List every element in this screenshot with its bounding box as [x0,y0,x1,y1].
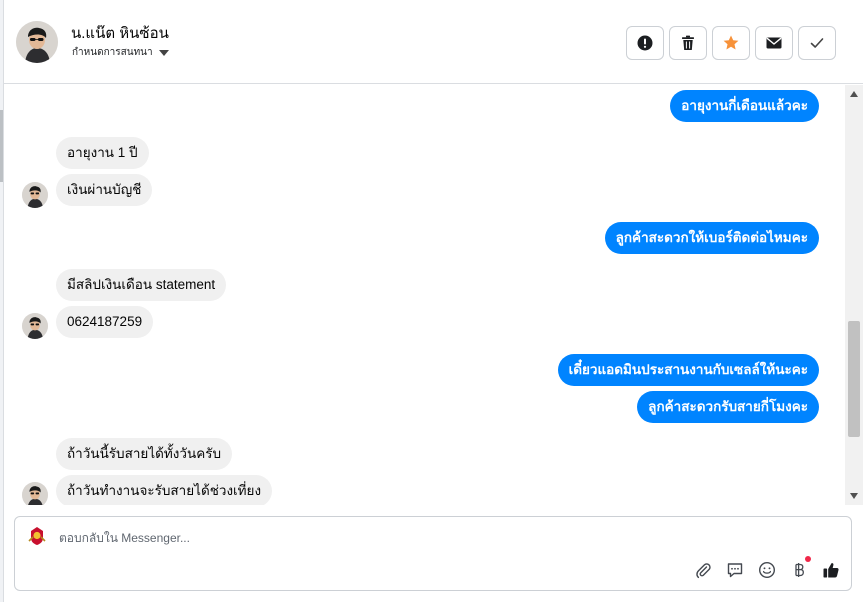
message-bubble-incoming[interactable]: มีสลิปเงินเดือน statement [56,269,227,301]
emoji-icon [758,561,776,579]
check-icon [810,38,824,48]
message-bubble-incoming[interactable]: 0624187259 [56,306,154,338]
scroll-up-arrow-icon[interactable] [850,91,858,97]
sender-avatar[interactable] [22,482,48,505]
emoji-button[interactable] [757,560,777,580]
reply-composer [14,516,852,591]
message-bubble-outgoing[interactable]: ลูกค้าสะดวกรับสายกี่โมงคะ [637,391,819,423]
sender-avatar[interactable] [22,182,48,208]
baht-icon [795,563,804,577]
attach-button[interactable] [693,560,713,580]
like-button[interactable] [821,560,841,580]
message-bubble-incoming[interactable]: อายุงาน 1 ปี [56,137,149,169]
message-bubble-incoming[interactable]: ถ้าวันทำงานจะรับสายได้ช่วงเที่ยง [56,475,273,505]
page-avatar [24,523,50,549]
composer-tools [693,556,841,580]
conversation-status-dropdown[interactable]: กำหนดการสนทนา [72,45,169,60]
mark-spam-button[interactable] [626,26,664,60]
payment-button[interactable] [789,556,811,580]
conversation-panel: น.แน๊ต หินซ้อน กำหนดการสนทนา อายุงานกี่เ… [0,0,863,602]
star-button[interactable] [712,26,750,60]
saved-replies-button[interactable] [725,560,745,580]
message-bubble-outgoing[interactable]: เดี๋ยวแอดมินประสานงานกับเซลล์ให้นะคะ [557,354,819,386]
left-divider-handle[interactable] [0,110,3,182]
contact-avatar[interactable] [16,21,58,63]
thumbs-up-icon [823,563,839,578]
thread-scrollbar[interactable] [845,85,863,505]
scroll-down-arrow-icon[interactable] [850,493,858,499]
message-bubble-incoming[interactable]: เงินผ่านบัญชี [56,174,153,206]
message-bubble-incoming[interactable]: ถ้าวันนี้รับสายได้ทั้งวันครับ [56,438,233,470]
reply-input[interactable] [59,531,659,545]
delete-button[interactable] [669,26,707,60]
notification-dot [805,556,811,562]
message-bubble-outgoing[interactable]: อายุงานกี่เดือนแล้วคะ [670,90,819,122]
trash-icon [682,35,694,50]
mark-done-button[interactable] [798,26,836,60]
star-icon [723,35,739,50]
alert-icon [637,35,653,51]
header-actions [626,26,836,60]
scrollbar-thumb[interactable] [848,321,860,437]
message-bubble-outgoing[interactable]: ลูกค้าสะดวกให้เบอร์ติดต่อไหมคะ [604,222,819,254]
contact-name[interactable]: น.แน๊ต หินซ้อน [71,21,169,45]
sender-avatar[interactable] [22,313,48,339]
paperclip-icon [696,563,711,579]
message-thread[interactable]: อายุงานกี่เดือนแล้วคะ อายุงาน 1 ปี เงินผ… [4,85,845,505]
saved-reply-icon [727,563,743,578]
envelope-icon [766,37,782,49]
mark-unread-button[interactable] [755,26,793,60]
conversation-header: น.แน๊ต หินซ้อน กำหนดการสนทนา [4,0,863,84]
caret-down-icon [158,49,169,56]
conversation-status-label: กำหนดการสนทนา [72,47,153,58]
